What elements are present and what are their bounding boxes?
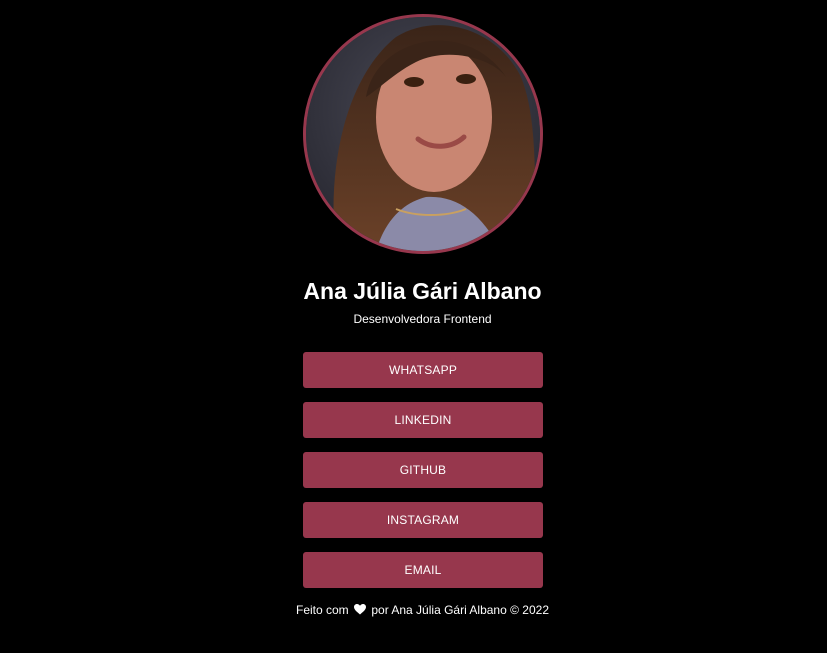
avatar bbox=[303, 14, 543, 254]
linkedin-button[interactable]: LINKEDIN bbox=[303, 402, 543, 438]
profile-role: Desenvolvedora Frontend bbox=[353, 312, 492, 326]
profile-name: Ana Júlia Gári Albano bbox=[303, 278, 542, 304]
profile-page: Ana Júlia Gári Albano Desenvolvedora Fro… bbox=[0, 0, 827, 653]
footer-suffix: por Ana Júlia Gári Albano © 2022 bbox=[371, 603, 549, 617]
links-list: WHATSAPP LINKEDIN GITHUB INSTAGRAM EMAIL bbox=[303, 352, 543, 602]
footer: Feito com por Ana Júlia Gári Albano © 20… bbox=[0, 603, 827, 618]
heart-icon bbox=[354, 604, 367, 618]
github-button[interactable]: GITHUB bbox=[303, 452, 543, 488]
instagram-button[interactable]: INSTAGRAM bbox=[303, 502, 543, 538]
email-button[interactable]: EMAIL bbox=[303, 552, 543, 588]
footer-prefix: Feito com bbox=[295, 603, 349, 617]
whatsapp-button[interactable]: WHATSAPP bbox=[303, 352, 543, 388]
avatar-photo bbox=[306, 17, 540, 251]
